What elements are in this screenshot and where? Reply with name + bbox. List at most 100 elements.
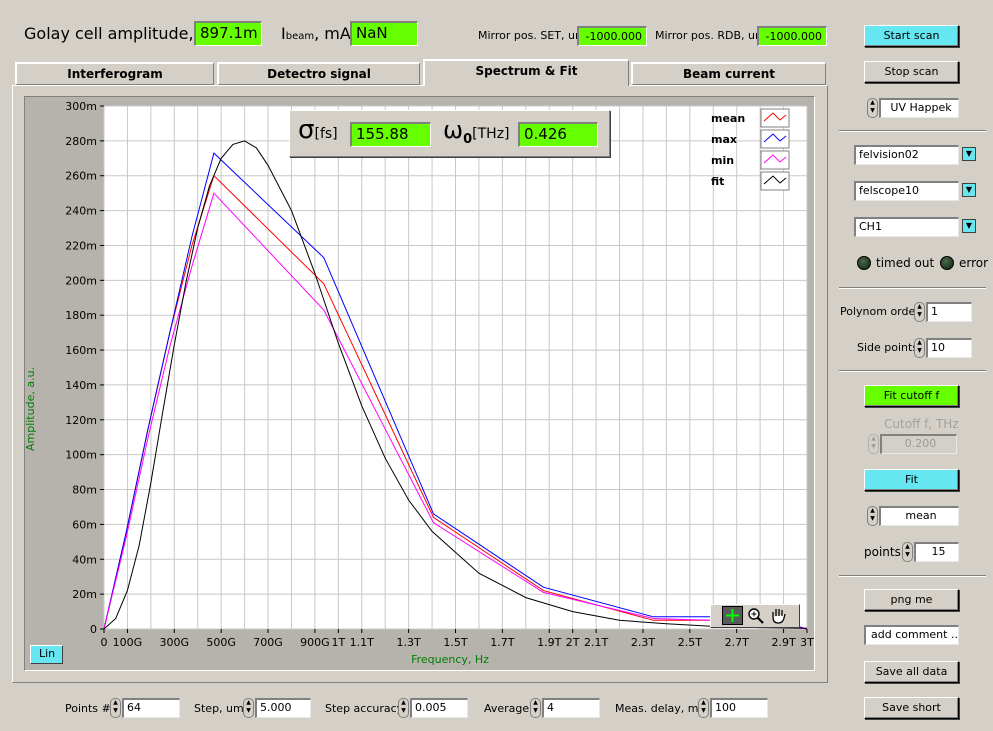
points-label: points — [864, 545, 901, 559]
points-stepper[interactable]: ▲ ▼ — [902, 542, 913, 562]
step-label: Step, um — [194, 702, 244, 715]
side-points-stepper[interactable]: ▲ ▼ — [914, 338, 925, 358]
ibeam-value: NaN — [350, 21, 418, 46]
save-all-data-button[interactable]: Save all data — [864, 661, 959, 683]
tab-beam-current[interactable]: Beam current — [631, 62, 826, 85]
step-stepper[interactable]: ▲ ▼ — [243, 698, 254, 718]
scale-lin-button[interactable]: Lin — [30, 645, 63, 664]
polynom-order-input[interactable]: 1 — [926, 302, 972, 322]
tab-interferogram[interactable]: Interferogram — [15, 62, 214, 85]
x-tick-label: 1.5T — [443, 636, 467, 649]
device1-chevron-down-icon[interactable]: ▼ — [962, 147, 976, 161]
x-tick-label: 2.9T — [771, 636, 795, 649]
sigma-value: 155.88 — [350, 122, 431, 147]
comment-input[interactable]: add comment ... — [864, 625, 959, 645]
mode-select-stepper[interactable]: ▲ ▼ — [867, 98, 878, 118]
mirror-set-label: Mirror pos. SET, um — [478, 29, 586, 42]
fit-button[interactable]: Fit — [864, 469, 959, 491]
average-stepper[interactable]: ▲ ▼ — [530, 698, 541, 718]
y-tick-label: 300m — [65, 100, 97, 113]
ibeam-label-sub: beam — [285, 31, 315, 42]
y-tick-label: 100m — [65, 449, 97, 462]
legend-label-min: min — [711, 154, 734, 167]
x-tick-label: 2.1T — [584, 636, 608, 649]
spectrum-chart[interactable]: 0 20m 40m 60m 80m 100m 120m 140m 160m 180m 200m 220… — [24, 96, 815, 671]
mode-select[interactable]: UV Happek — [879, 98, 959, 118]
legend-swatch-mean — [760, 108, 790, 128]
x-axis-label: Frequency, Hz — [411, 653, 489, 666]
points-count-stepper[interactable]: ▲ ▼ — [110, 698, 121, 718]
tab-spectrum-fit[interactable]: Spectrum & Fit — [423, 59, 629, 86]
omega-sub: 0 — [463, 132, 473, 147]
x-tick-label: 700G — [253, 636, 283, 649]
cutoff-stepper[interactable]: ▲ ▼ — [868, 434, 879, 454]
step-accuracy-stepper[interactable]: ▲ ▼ — [398, 698, 409, 718]
device2-dropdown[interactable]: felscope10 — [854, 181, 959, 201]
y-tick-label: 40m — [72, 553, 97, 566]
x-tick-label: 100G — [113, 636, 143, 649]
y-tick-label: 20m — [72, 588, 97, 601]
polynom-order-stepper[interactable]: ▲ ▼ — [914, 302, 925, 322]
points-input[interactable]: 15 — [914, 542, 959, 562]
x-tick-label: 1.1T — [350, 636, 374, 649]
y-tick-label: 120m — [65, 414, 97, 427]
y-tick-label: 240m — [65, 205, 97, 218]
meas-delay-label: Meas. delay, ms — [615, 702, 705, 715]
x-tick-label: 900G — [300, 636, 330, 649]
omega-label: ω0[THz] — [443, 118, 510, 147]
start-scan-button[interactable]: Start scan — [864, 25, 959, 47]
legend-swatch-fit — [760, 171, 790, 191]
y-tick-label: 160m — [65, 344, 97, 357]
zoom-icon[interactable] — [745, 606, 766, 625]
legend-label-mean: mean — [711, 112, 745, 125]
x-tick-label: 500G — [206, 636, 236, 649]
stop-scan-button[interactable]: Stop scan — [864, 61, 959, 83]
crosshair-icon[interactable] — [722, 606, 743, 625]
y-tick-label: 0 — [90, 623, 97, 636]
omega-unit: [THz] — [472, 126, 510, 142]
y-tick-label: 180m — [65, 309, 97, 322]
y-tick-label: 280m — [65, 135, 97, 148]
ibeam-label: Ibeam, mA — [281, 24, 351, 43]
save-short-button[interactable]: Save short — [864, 697, 959, 719]
side-points-input[interactable]: 10 — [926, 338, 972, 358]
average-label: Average — [484, 702, 530, 715]
legend-swatch-max — [760, 129, 790, 149]
y-tick-label: 260m — [65, 170, 97, 183]
omega-value: 0.426 — [518, 122, 598, 147]
y-tick-label: 80m — [72, 484, 97, 497]
average-input[interactable]: 4 — [542, 698, 600, 718]
pan-hand-icon[interactable] — [768, 606, 789, 625]
cutoff-input[interactable]: 0.200 — [880, 434, 957, 454]
device2-chevron-down-icon[interactable]: ▼ — [962, 183, 976, 197]
points-count-label: Points # — [65, 702, 111, 715]
x-tick-label: 3T — [800, 636, 814, 649]
omega-symbol: ω — [443, 116, 464, 144]
side-points-label: Side points — [857, 341, 919, 354]
mirror-rdb-value: -1000.000 — [757, 26, 827, 46]
points-count-input[interactable]: 64 — [122, 698, 180, 718]
y-tick-label: 220m — [65, 239, 97, 252]
legend-swatch-min — [760, 150, 790, 170]
meas-delay-input[interactable]: 100 — [710, 698, 768, 718]
step-accuracy-input[interactable]: 0.005 — [410, 698, 468, 718]
meas-delay-stepper[interactable]: ▲ ▼ — [698, 698, 709, 718]
polynom-order-label: Polynom order — [840, 305, 920, 318]
channel-chevron-down-icon[interactable]: ▼ — [962, 219, 976, 233]
stat-select-stepper[interactable]: ▲ ▼ — [867, 506, 878, 526]
step-input[interactable]: 5.000 — [255, 698, 311, 718]
error-led-icon — [940, 256, 954, 270]
timed-out-label: timed out — [876, 256, 935, 270]
stat-select[interactable]: mean — [879, 506, 959, 526]
channel-dropdown[interactable]: CH1 — [854, 217, 959, 237]
error-label: error — [959, 256, 989, 270]
legend-label-fit: fit — [711, 175, 724, 188]
fit-cutoff-button[interactable]: Fit cutoff f — [864, 385, 959, 407]
x-tick-label: 0 — [101, 636, 108, 649]
sigma-label: σ[fs] — [298, 117, 338, 143]
cutoff-label: Cutoff f, THz — [884, 417, 959, 431]
tab-detector-signal[interactable]: Detectro signal — [217, 62, 420, 85]
sigma-symbol: σ — [298, 115, 315, 145]
png-me-button[interactable]: png me — [864, 589, 959, 611]
device1-dropdown[interactable]: felvision02 — [854, 145, 959, 165]
